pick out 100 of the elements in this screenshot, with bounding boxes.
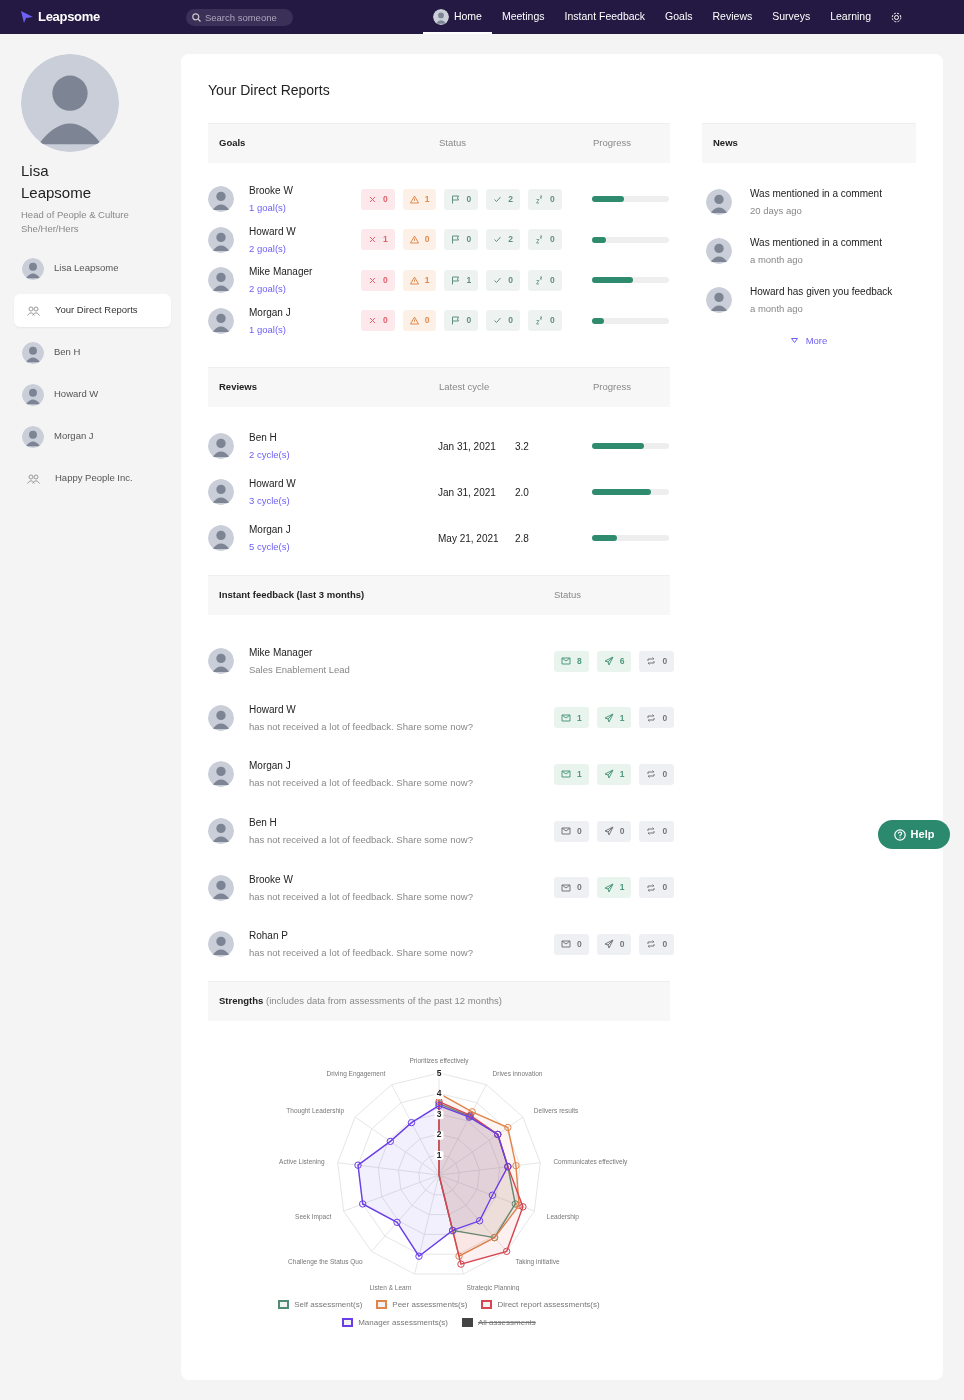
status-chip[interactable]: 0 <box>486 269 520 291</box>
person-name[interactable]: Morgan J <box>249 303 361 321</box>
status-chip[interactable]: 0 <box>527 269 562 291</box>
legend-item[interactable]: Direct report assessments(s) <box>481 1298 600 1311</box>
sidebar-item[interactable]: Your Direct Reports <box>14 294 171 327</box>
person-name[interactable]: Ben H <box>249 429 438 446</box>
feedback-chip[interactable]: 1 <box>596 707 632 729</box>
person-name[interactable]: Howard W <box>249 222 361 240</box>
feedback-chip[interactable]: 0 <box>596 933 632 955</box>
nav-tab[interactable]: Goals <box>655 0 703 34</box>
envelope-icon <box>561 769 571 780</box>
nav-tab[interactable]: Reviews <box>702 0 763 34</box>
person-name[interactable]: Morgan J <box>249 757 554 775</box>
nav-tab[interactable]: Home <box>422 0 492 34</box>
status-chip[interactable]: 0 <box>527 310 562 332</box>
sidebar-item[interactable]: Morgan J <box>14 420 171 453</box>
feedback-chip[interactable]: 0 <box>639 877 675 899</box>
person-subtitle: Sales Enablement Lead <box>249 663 351 678</box>
feedback-chip[interactable]: 0 <box>554 933 589 955</box>
status-chip[interactable]: 0 <box>527 229 562 251</box>
profile-pronouns: She/Her/Hers <box>20 222 80 236</box>
status-chip[interactable]: 2 <box>486 229 520 251</box>
status-chip[interactable]: 0 <box>361 269 395 291</box>
feedback-chip[interactable]: 6 <box>596 650 632 672</box>
person-name[interactable]: Brooke W <box>249 870 554 888</box>
count-link[interactable]: 1 goal(s) <box>249 320 361 338</box>
person-name[interactable]: Howard W <box>249 475 438 492</box>
feedback-chip[interactable]: 0 <box>639 707 675 729</box>
legend-item[interactable]: Self assessment(s) <box>278 1298 363 1311</box>
feedback-chip[interactable]: 0 <box>639 820 675 842</box>
feedback-chip[interactable]: 0 <box>639 933 675 955</box>
sidebar-item[interactable]: Ben H <box>14 336 171 369</box>
search-field[interactable]: Search someone <box>185 8 293 26</box>
status-chip[interactable]: 1 <box>361 229 395 251</box>
feedback-chip[interactable]: 1 <box>554 764 589 785</box>
paper-plane-icon <box>603 769 614 780</box>
legend-item[interactable]: Peer assessments(s) <box>376 1298 468 1311</box>
feedback-chip[interactable]: 0 <box>639 650 675 672</box>
nav-tab[interactable]: Meetings <box>491 0 555 34</box>
feedback-chip[interactable]: 0 <box>596 820 632 842</box>
status-chip[interactable]: 1 <box>444 269 479 291</box>
sidebar-item[interactable]: Lisa Leapsome <box>14 252 171 285</box>
status-chip[interactable]: 0 <box>402 310 437 332</box>
people-icon <box>27 305 40 316</box>
status-chip[interactable]: 0 <box>444 188 479 210</box>
legend-item[interactable]: All assessments <box>462 1316 536 1329</box>
flag-icon <box>451 194 461 204</box>
feedback-chip[interactable]: 0 <box>554 820 589 842</box>
status-chip[interactable]: 0 <box>402 229 437 251</box>
logo-text[interactable]: Leapsome <box>38 7 100 27</box>
nav-tab[interactable]: Learning <box>820 0 882 34</box>
person-name[interactable]: Morgan J <box>249 521 438 538</box>
person-name[interactable]: Howard W <box>249 700 554 718</box>
help-button[interactable]: Help <box>878 820 950 849</box>
status-chip[interactable]: 0 <box>361 310 395 332</box>
feedback-chip[interactable]: 0 <box>554 877 589 899</box>
nav-tab[interactable]: Surveys <box>762 0 821 34</box>
news-time: a month ago <box>750 253 804 267</box>
feedback-chip[interactable]: 1 <box>596 764 632 785</box>
count-link[interactable]: 2 goal(s) <box>249 239 361 257</box>
scale-label: 2 <box>436 1128 442 1139</box>
count-link[interactable]: 1 goal(s) <box>249 199 361 217</box>
envelope-icon <box>561 939 571 950</box>
cross-icon <box>368 235 377 245</box>
legend-item[interactable]: Manager assessments(s) <box>342 1316 448 1329</box>
check-icon <box>493 194 503 204</box>
review-score: 2.0 <box>515 485 530 500</box>
status-chip[interactable]: 1 <box>402 269 437 291</box>
feedback-chip[interactable]: 8 <box>554 650 589 672</box>
person-name[interactable]: Rohan P <box>249 927 554 945</box>
person-name[interactable]: Brooke W <box>249 182 361 200</box>
person-subtitle: has not received a lot of feedback. Share some now? <box>249 946 474 961</box>
count-link[interactable]: 5 cycle(s) <box>249 538 438 555</box>
nav-tab[interactable]: Instant Feedback <box>554 0 656 34</box>
person-name[interactable]: Mike Manager <box>249 644 554 662</box>
avatar <box>208 307 234 334</box>
feedback-chip[interactable]: 1 <box>554 707 589 729</box>
scale-label: 1 <box>436 1149 442 1160</box>
envelope-icon <box>561 656 571 667</box>
sidebar-item[interactable]: Howard W <box>14 378 171 411</box>
person-name[interactable]: Mike Manager <box>249 263 361 281</box>
status-chip[interactable]: 0 <box>527 188 562 210</box>
more-link[interactable]: More <box>702 332 916 349</box>
status-chip[interactable]: 1 <box>402 188 437 210</box>
avatar <box>706 287 732 313</box>
feedback-chip[interactable]: 0 <box>639 764 675 785</box>
person-name[interactable]: Ben H <box>249 814 554 832</box>
count-link[interactable]: 2 cycle(s) <box>249 446 438 463</box>
cross-icon <box>368 194 377 204</box>
status-chip[interactable]: 0 <box>444 310 479 332</box>
status-chip[interactable]: 2 <box>486 188 520 210</box>
status-chip[interactable]: 0 <box>486 310 520 332</box>
column-header: Instant feedback (last 3 months) <box>219 588 366 603</box>
column-header: Latest cycle <box>439 380 491 395</box>
status-chip[interactable]: 0 <box>444 229 479 251</box>
count-link[interactable]: 3 cycle(s) <box>249 492 438 509</box>
status-chip[interactable]: 0 <box>361 188 395 210</box>
sidebar-item[interactable]: Happy People Inc. <box>14 462 171 495</box>
feedback-chip[interactable]: 1 <box>596 877 632 899</box>
count-link[interactable]: 2 goal(s) <box>249 280 361 298</box>
